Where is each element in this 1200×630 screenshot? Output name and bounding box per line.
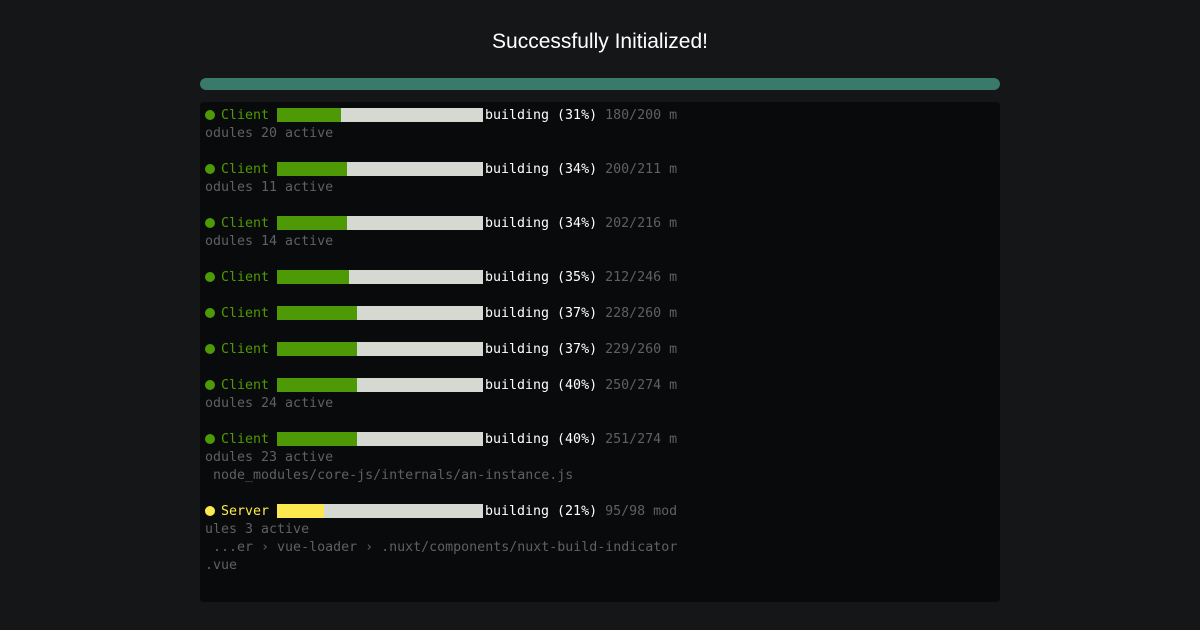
build-progress-fill: [277, 162, 348, 176]
build-progress-fill: [277, 306, 358, 320]
current-module-path: ...er › vue-loader › .nuxt/components/nu…: [205, 540, 678, 555]
build-entry: Client building (35%) 212/246 m: [205, 269, 685, 287]
overall-progress-fill: [200, 78, 1000, 90]
module-counts-continued: odules 24 active: [205, 396, 334, 411]
module-counts: 202/216 m: [605, 216, 678, 231]
build-progress-bar: [277, 432, 483, 446]
build-entry-line: Client building (37%) 229/260 m: [205, 341, 685, 359]
build-status: building (34%): [485, 216, 598, 231]
build-entry: Client building (34%) 202/216 m odules 14 …: [205, 215, 685, 251]
build-entry-line: Client building (34%) 202/216 m: [205, 215, 685, 233]
build-status: building (35%): [485, 270, 598, 285]
build-progress-fill: [277, 432, 358, 446]
module-counts-continued: odules 14 active: [205, 234, 334, 249]
status-dot-icon: [205, 272, 215, 282]
build-entry-line: Client building (37%) 228/260 m: [205, 305, 685, 323]
build-entry: Client building (37%) 229/260 m: [205, 341, 685, 359]
build-entry: Client building (34%) 200/211 m odules 11 …: [205, 161, 685, 197]
build-progress-fill: [277, 216, 348, 230]
status-dot-icon: [205, 506, 215, 516]
module-counts: 250/274 m: [605, 378, 678, 393]
module-counts-continued: odules 20 active: [205, 126, 334, 141]
build-target-name: Client: [221, 306, 270, 321]
module-counts: 95/98 mod: [605, 504, 678, 519]
build-progress-bar: [277, 216, 483, 230]
build-progress-fill: [277, 504, 325, 518]
build-entry-line: Client building (40%) 251/274 m: [205, 431, 685, 449]
module-counts: 180/200 m: [605, 108, 678, 123]
status-dot-icon: [205, 218, 215, 228]
build-entry-line: Server building (21%) 95/98 mod: [205, 503, 685, 521]
build-target-name: Client: [221, 342, 270, 357]
build-entry-line: Client building (40%) 250/274 m: [205, 377, 685, 395]
current-module-path: node_modules/core-js/internals/an-instan…: [205, 468, 574, 483]
build-progress-bar: [277, 162, 483, 176]
module-counts: 200/211 m: [605, 162, 678, 177]
status-dot-icon: [205, 434, 215, 444]
build-progress-bar: [277, 504, 483, 518]
build-entry: Server building (21%) 95/98 mod ules 3 act…: [205, 503, 685, 575]
module-counts: 212/246 m: [605, 270, 678, 285]
build-progress-fill: [277, 378, 358, 392]
build-entry-line: Client building (34%) 200/211 m: [205, 161, 685, 179]
status-dot-icon: [205, 164, 215, 174]
build-status: building (37%): [485, 306, 598, 321]
build-status: building (21%): [485, 504, 598, 519]
build-status: building (40%): [485, 378, 598, 393]
build-status: building (37%): [485, 342, 598, 357]
module-counts-continued: odules 23 active: [205, 450, 334, 465]
build-status: building (40%): [485, 432, 598, 447]
build-entry-line: Client building (35%) 212/246 m: [205, 269, 685, 287]
build-entry: Client building (40%) 251/274 m odules 23 …: [205, 431, 685, 485]
build-target-name: Client: [221, 162, 270, 177]
build-entry: Client building (37%) 228/260 m: [205, 305, 685, 323]
build-target-name: Client: [221, 432, 270, 447]
build-log: Client building (31%) 180/200 m odules 20 …: [205, 107, 685, 593]
status-dot-icon: [205, 110, 215, 120]
module-counts: 251/274 m: [605, 432, 678, 447]
status-dot-icon: [205, 344, 215, 354]
build-status: building (31%): [485, 108, 598, 123]
module-counts-continued: ules 3 active: [205, 522, 310, 537]
status-dot-icon: [205, 380, 215, 390]
build-target-name: Client: [221, 378, 270, 393]
page-title: Successfully Initialized!: [492, 30, 708, 53]
build-target-name: Client: [221, 216, 270, 231]
build-target-name: Server: [221, 504, 270, 519]
build-target-name: Client: [221, 108, 270, 123]
current-module-path: .vue: [205, 558, 238, 573]
build-target-name: Client: [221, 270, 270, 285]
terminal-output[interactable]: Client building (31%) 180/200 m odules 20 …: [200, 102, 1000, 602]
build-progress-bar: [277, 306, 483, 320]
build-progress-fill: [277, 270, 350, 284]
build-progress-bar: [277, 342, 483, 356]
build-entry: Client building (31%) 180/200 m odules 20 …: [205, 107, 685, 143]
build-progress-bar: [277, 108, 483, 122]
status-dot-icon: [205, 308, 215, 318]
overall-progress-bar: [200, 78, 1000, 90]
build-entry-line: Client building (31%) 180/200 m: [205, 107, 685, 125]
module-counts: 229/260 m: [605, 342, 678, 357]
build-status: building (34%): [485, 162, 598, 177]
build-entry: Client building (40%) 250/274 m odules 24 …: [205, 377, 685, 413]
build-progress-bar: [277, 270, 483, 284]
build-progress-bar: [277, 378, 483, 392]
build-progress-fill: [277, 342, 358, 356]
build-progress-fill: [277, 108, 341, 122]
module-counts: 228/260 m: [605, 306, 678, 321]
module-counts-continued: odules 11 active: [205, 180, 334, 195]
